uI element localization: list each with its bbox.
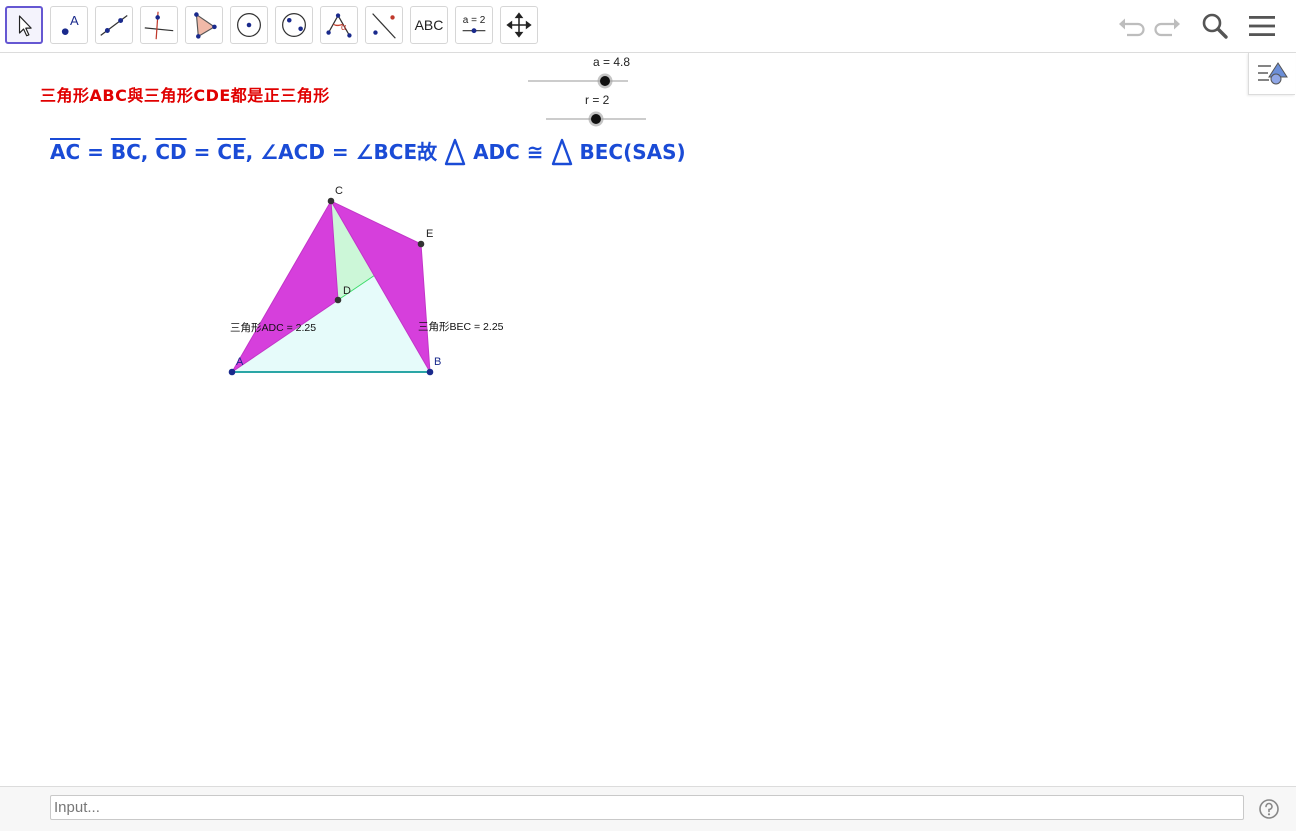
help-icon[interactable]: [1258, 798, 1280, 820]
point-d[interactable]: [334, 296, 342, 304]
point-e[interactable]: [417, 240, 425, 248]
input-bar: [0, 786, 1296, 831]
point-c[interactable]: [327, 197, 335, 205]
area-bec-label: 三角形BEC = 2.25: [418, 321, 504, 333]
point-c-label: C: [335, 185, 343, 197]
geometry-construction: [228, 197, 434, 376]
algebra-input-field[interactable]: [50, 795, 1244, 820]
point-a[interactable]: [228, 368, 236, 376]
point-b[interactable]: [426, 368, 434, 376]
point-b-label: B: [434, 356, 442, 368]
point-d-label: D: [343, 285, 351, 297]
area-adc-label: 三角形ADC = 2.25: [230, 322, 317, 334]
point-e-label: E: [426, 228, 434, 240]
point-a-label: A: [236, 356, 244, 368]
